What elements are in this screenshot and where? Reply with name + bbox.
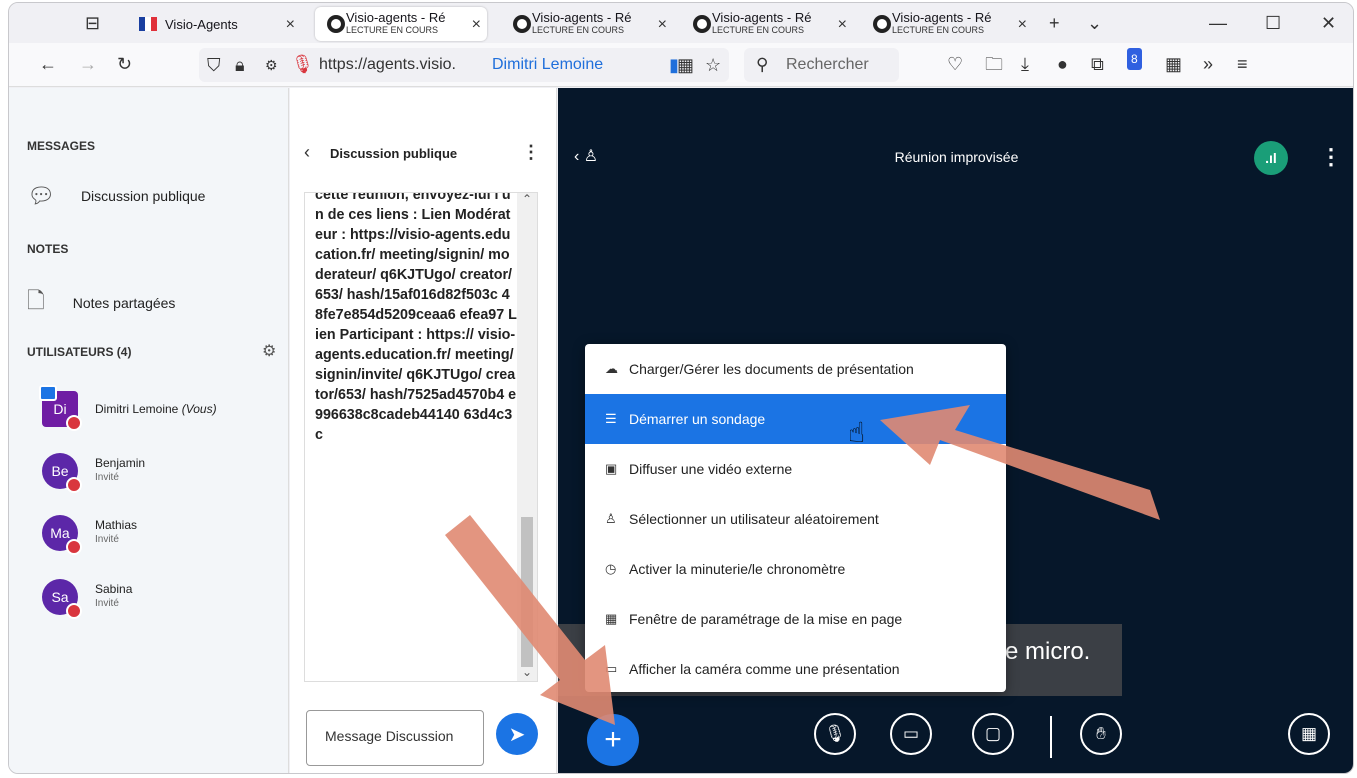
arrow-to-menu-item <box>880 405 1160 520</box>
annotation-arrows <box>445 405 1160 725</box>
arrow-to-plus-button <box>445 515 615 725</box>
